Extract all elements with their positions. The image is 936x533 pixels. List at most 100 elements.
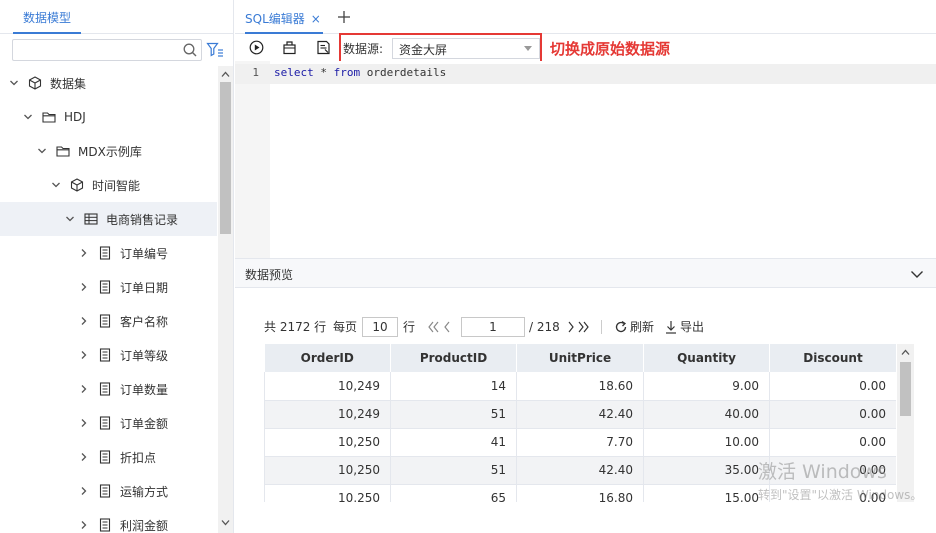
scroll-up-icon[interactable] <box>901 348 910 357</box>
field-icon <box>98 314 112 328</box>
editor-toolbar: 数据源: 资金大屏 切换成原始数据源 <box>235 33 936 63</box>
table-row[interactable]: 10,249 14 18.60 9.00 0.00 <box>264 372 896 401</box>
line-number-gutter <box>235 61 270 258</box>
sql-code-editor[interactable]: 1 select * from orderdetails <box>235 61 936 258</box>
scroll-up-icon[interactable] <box>221 70 230 79</box>
filter-icon[interactable] <box>206 41 224 59</box>
table-cell: 10,250 <box>264 484 391 502</box>
scroll-down-icon[interactable] <box>221 518 230 527</box>
tree-item[interactable]: 订单金额 <box>0 406 217 440</box>
tree-item[interactable]: 时间智能 <box>0 168 217 202</box>
code-line[interactable]: select * from orderdetails <box>274 66 446 79</box>
tab-data-model[interactable]: 数据模型 <box>13 0 81 34</box>
per-page-label: 每页 <box>333 320 358 334</box>
chevron-down-icon[interactable] <box>36 145 48 157</box>
chevron-right-icon[interactable] <box>78 485 90 497</box>
table-row[interactable]: 10,250 51 42.40 35.00 0.00 <box>264 456 896 485</box>
tree-item[interactable]: 订单数量 <box>0 372 217 406</box>
chevron-down-icon[interactable] <box>22 111 34 123</box>
chevron-right-icon[interactable] <box>78 315 90 327</box>
chevron-right-icon[interactable] <box>78 451 90 463</box>
table-cell: 40.00 <box>643 400 770 429</box>
table-cell: 10,249 <box>264 372 391 401</box>
add-tab-icon[interactable] <box>337 10 351 24</box>
column-header[interactable]: UnitPrice <box>516 344 644 372</box>
tree-search-input[interactable] <box>17 42 177 58</box>
table-cell: 10,250 <box>264 456 391 485</box>
column-header[interactable]: Quantity <box>643 344 770 372</box>
download-icon[interactable] <box>665 320 677 334</box>
table-row[interactable]: 10,250 65 16.80 15.00 0.00 <box>264 484 896 502</box>
table-cell: 15.00 <box>643 484 770 502</box>
close-tab-icon[interactable]: × <box>311 0 321 38</box>
tree-item-label: 订单金额 <box>120 416 169 431</box>
field-icon <box>98 518 112 532</box>
run-icon[interactable] <box>249 40 264 55</box>
current-page-input[interactable]: 1 <box>461 317 525 337</box>
chevron-down-icon[interactable] <box>910 267 924 281</box>
tree-item[interactable]: 运输方式 <box>0 474 217 508</box>
grid-scroll-thumb[interactable] <box>900 362 911 416</box>
tree-scrollbar[interactable] <box>218 66 233 533</box>
tree-item[interactable]: 电商销售记录 <box>0 202 217 236</box>
datasource-select-value: 资金大屏 <box>399 43 448 57</box>
column-header[interactable]: Discount <box>769 344 896 372</box>
tree-item[interactable]: 数据集 <box>0 66 217 100</box>
chevron-right-icon[interactable] <box>78 383 90 395</box>
column-header[interactable]: ProductID <box>390 344 517 372</box>
tree-item-label: 折扣点 <box>120 450 157 465</box>
chevron-right-icon[interactable] <box>78 417 90 429</box>
tree-scroll-thumb[interactable] <box>220 82 231 234</box>
sql-editor-panel: SQL编辑器 × 数据源: 资金大屏 切换成原始数据源 1 select * f… <box>235 0 936 533</box>
format-icon[interactable] <box>282 40 297 55</box>
tree-item[interactable]: 折扣点 <box>0 440 217 474</box>
save-icon[interactable] <box>316 40 331 55</box>
grid-scrollbar[interactable] <box>897 344 914 502</box>
prev-page-icon[interactable] <box>442 317 452 337</box>
sql-tab-label: SQL编辑器 <box>245 12 305 26</box>
table-body: 10,249 14 18.60 9.00 0.00 10,249 51 42.40 40.00 0… <box>264 372 896 502</box>
table-icon <box>84 212 98 226</box>
chevron-down-icon[interactable] <box>8 77 20 89</box>
chevron-down-icon[interactable] <box>64 213 76 225</box>
chevron-right-icon[interactable] <box>78 349 90 361</box>
tree-item[interactable]: 客户名称 <box>0 304 217 338</box>
data-model-panel: 数据模型 数据集 HDJ MDX示例库 时间智能 电商销售记录 订单编号 订单日期 客户名称订… <box>0 0 234 533</box>
table-cell: 10,249 <box>264 400 391 429</box>
table-cell: 9.00 <box>643 372 770 401</box>
next-page-icon[interactable] <box>566 317 576 337</box>
chevron-right-icon[interactable] <box>78 281 90 293</box>
tree-item-label: 订单日期 <box>120 280 169 295</box>
search-icon[interactable] <box>182 42 198 58</box>
table-cell: 51 <box>390 400 517 429</box>
last-page-icon[interactable] <box>578 317 590 337</box>
cube-icon <box>70 178 84 192</box>
chevron-down-icon[interactable] <box>50 179 62 191</box>
tree-item[interactable]: 利润金额 <box>0 508 217 533</box>
table-cell: 51 <box>390 456 517 485</box>
first-page-icon[interactable] <box>427 317 439 337</box>
refresh-icon[interactable] <box>614 320 628 334</box>
page-size-input[interactable]: 10 <box>362 317 398 337</box>
datasource-highlight: 数据源: 资金大屏 <box>339 33 542 63</box>
total-rows: 共 2172 行 <box>264 320 327 334</box>
line-number: 1 <box>252 66 259 79</box>
refresh-button[interactable]: 刷新 <box>630 317 654 337</box>
editor-tab-bar: SQL编辑器 × <box>235 0 936 34</box>
cube-icon <box>28 76 42 90</box>
tree-item[interactable]: MDX示例库 <box>0 134 217 168</box>
tab-sql-editor[interactable]: SQL编辑器 × <box>245 0 323 34</box>
chevron-right-icon[interactable] <box>78 519 90 531</box>
total-pages: / 218 <box>529 320 560 334</box>
table-row[interactable]: 10,250 41 7.70 10.00 0.00 <box>264 428 896 457</box>
column-header[interactable]: OrderID <box>264 344 391 372</box>
tree-item[interactable]: 订单编号 <box>0 236 217 270</box>
table-row[interactable]: 10,249 51 42.40 40.00 0.00 <box>264 400 896 429</box>
chevron-right-icon[interactable] <box>78 247 90 259</box>
export-button[interactable]: 导出 <box>680 317 704 337</box>
tree-item[interactable]: 订单等级 <box>0 338 217 372</box>
tree-item[interactable]: HDJ <box>0 100 217 134</box>
datasource-select[interactable]: 资金大屏 <box>392 38 540 59</box>
sql-keyword-from: from <box>333 66 361 79</box>
tree-item[interactable]: 订单日期 <box>0 270 217 304</box>
